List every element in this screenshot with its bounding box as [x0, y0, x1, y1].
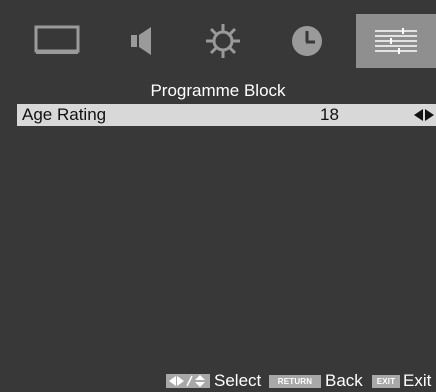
tab-sound[interactable]: [110, 14, 170, 68]
tab-setup[interactable]: [193, 14, 253, 68]
tab-options[interactable]: [356, 14, 436, 68]
navigation-keys-icon: [166, 374, 210, 388]
clock-icon: [292, 26, 322, 56]
page-title: Programme Block: [150, 81, 286, 100]
exit-key-badge: EXIT: [372, 375, 400, 388]
row-label: Age Rating: [22, 105, 107, 124]
gear-icon: [206, 24, 240, 58]
menu-panel: Programme Block Age Rating 18 Select RET…: [0, 0, 436, 392]
menu-row-age-rating[interactable]: Age Rating 18: [17, 104, 436, 126]
left-right-arrow-icon[interactable]: [414, 109, 434, 121]
footer-hints: Select RETURN Back EXIT Exit: [148, 370, 436, 392]
sliders-icon: [375, 28, 417, 54]
tab-picture[interactable]: [27, 14, 87, 68]
select-hint: Select: [214, 371, 262, 390]
monitor-icon: [34, 25, 80, 54]
return-key-badge: RETURN: [269, 375, 321, 388]
row-value: 18: [320, 105, 339, 124]
menu-tab-bar: [0, 14, 436, 74]
exit-hint: Exit: [403, 371, 432, 390]
tab-timer[interactable]: [277, 14, 337, 68]
speaker-icon: [131, 27, 151, 55]
back-hint: Back: [325, 371, 363, 390]
